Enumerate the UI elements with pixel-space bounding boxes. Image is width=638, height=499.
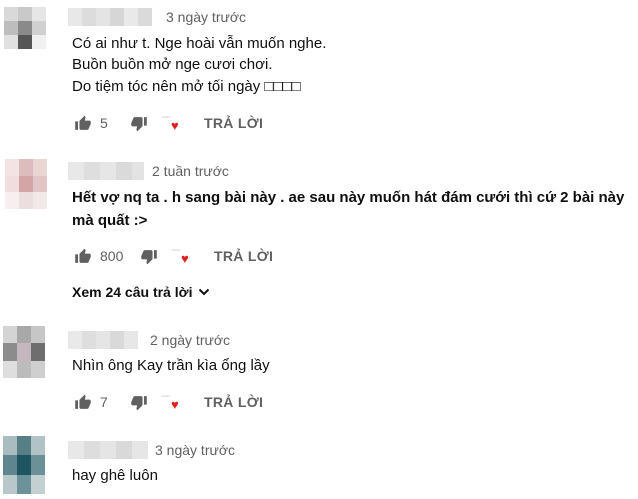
comment-text-line: Buồn buồn mở nge cươi chơi. — [72, 56, 273, 73]
comment-text-line: Do tiệm tóc nên mở tối ngày □□□□ — [72, 78, 301, 95]
like-count: 800 — [100, 248, 124, 264]
reply-button[interactable]: TRẢ LỜI — [204, 394, 263, 410]
creator-heart-icon: ◦◦◦◦ ♥ — [162, 115, 179, 133]
thumb-down-icon[interactable] — [128, 112, 150, 134]
reply-button[interactable]: TRẢ LỜI — [214, 248, 273, 264]
like-count: 7 — [100, 394, 108, 410]
comment-actions: 7 ◦◦◦◦ ♥ TRẢ LỜI — [72, 390, 263, 414]
thumb-up-icon[interactable] — [72, 112, 94, 134]
comment-actions: 5 ◦◦◦◦ ♥ TRẢ LỜI — [72, 111, 263, 135]
thumb-down-icon[interactable] — [138, 245, 160, 267]
reply-button[interactable]: TRẢ LỜI — [204, 115, 263, 131]
author-name-blurred[interactable] — [68, 8, 152, 26]
avatar[interactable] — [3, 326, 45, 378]
author-name-blurred[interactable] — [68, 162, 144, 180]
comment-text-line: Có ai như t. Nge hoài vẫn muốn nghe. — [72, 35, 327, 52]
author-name-blurred[interactable] — [68, 441, 148, 459]
thumb-down-icon[interactable] — [128, 391, 150, 413]
author-name-blurred[interactable] — [68, 331, 138, 349]
comment-text-line: mà quất :> — [72, 212, 148, 229]
creator-heart-icon: ◦◦◦◦ ♥ — [172, 248, 189, 266]
comment-text-line: hay ghê luôn — [72, 467, 158, 484]
like-count: 5 — [100, 115, 108, 131]
comment-timestamp[interactable]: 3 ngày trước — [155, 441, 235, 459]
thumb-up-icon[interactable] — [72, 391, 94, 413]
comment-timestamp[interactable]: 3 ngày trước — [166, 8, 246, 26]
avatar[interactable] — [4, 7, 46, 49]
comment-text-line: Nhìn ông Kay trần kìa ổng lầy — [72, 357, 270, 374]
view-replies-label: Xem 24 câu trả lời — [72, 284, 193, 300]
comment-actions: 800 ◦◦◦◦ ♥ TRẢ LỜI — [72, 244, 273, 268]
chevron-down-icon — [199, 288, 210, 296]
creator-heart-icon: ◦◦◦◦ ♥ — [162, 394, 179, 412]
view-replies-button[interactable]: Xem 24 câu trả lời — [72, 284, 210, 300]
avatar[interactable] — [5, 159, 47, 209]
comment-timestamp[interactable]: 2 ngày trước — [150, 331, 230, 349]
thumb-up-icon[interactable] — [72, 245, 94, 267]
comment-timestamp[interactable]: 2 tuần trước — [152, 162, 229, 180]
comment-text-line: Hết vợ nq ta . h sang bài này . ae sau n… — [72, 189, 625, 206]
avatar[interactable] — [3, 436, 45, 494]
